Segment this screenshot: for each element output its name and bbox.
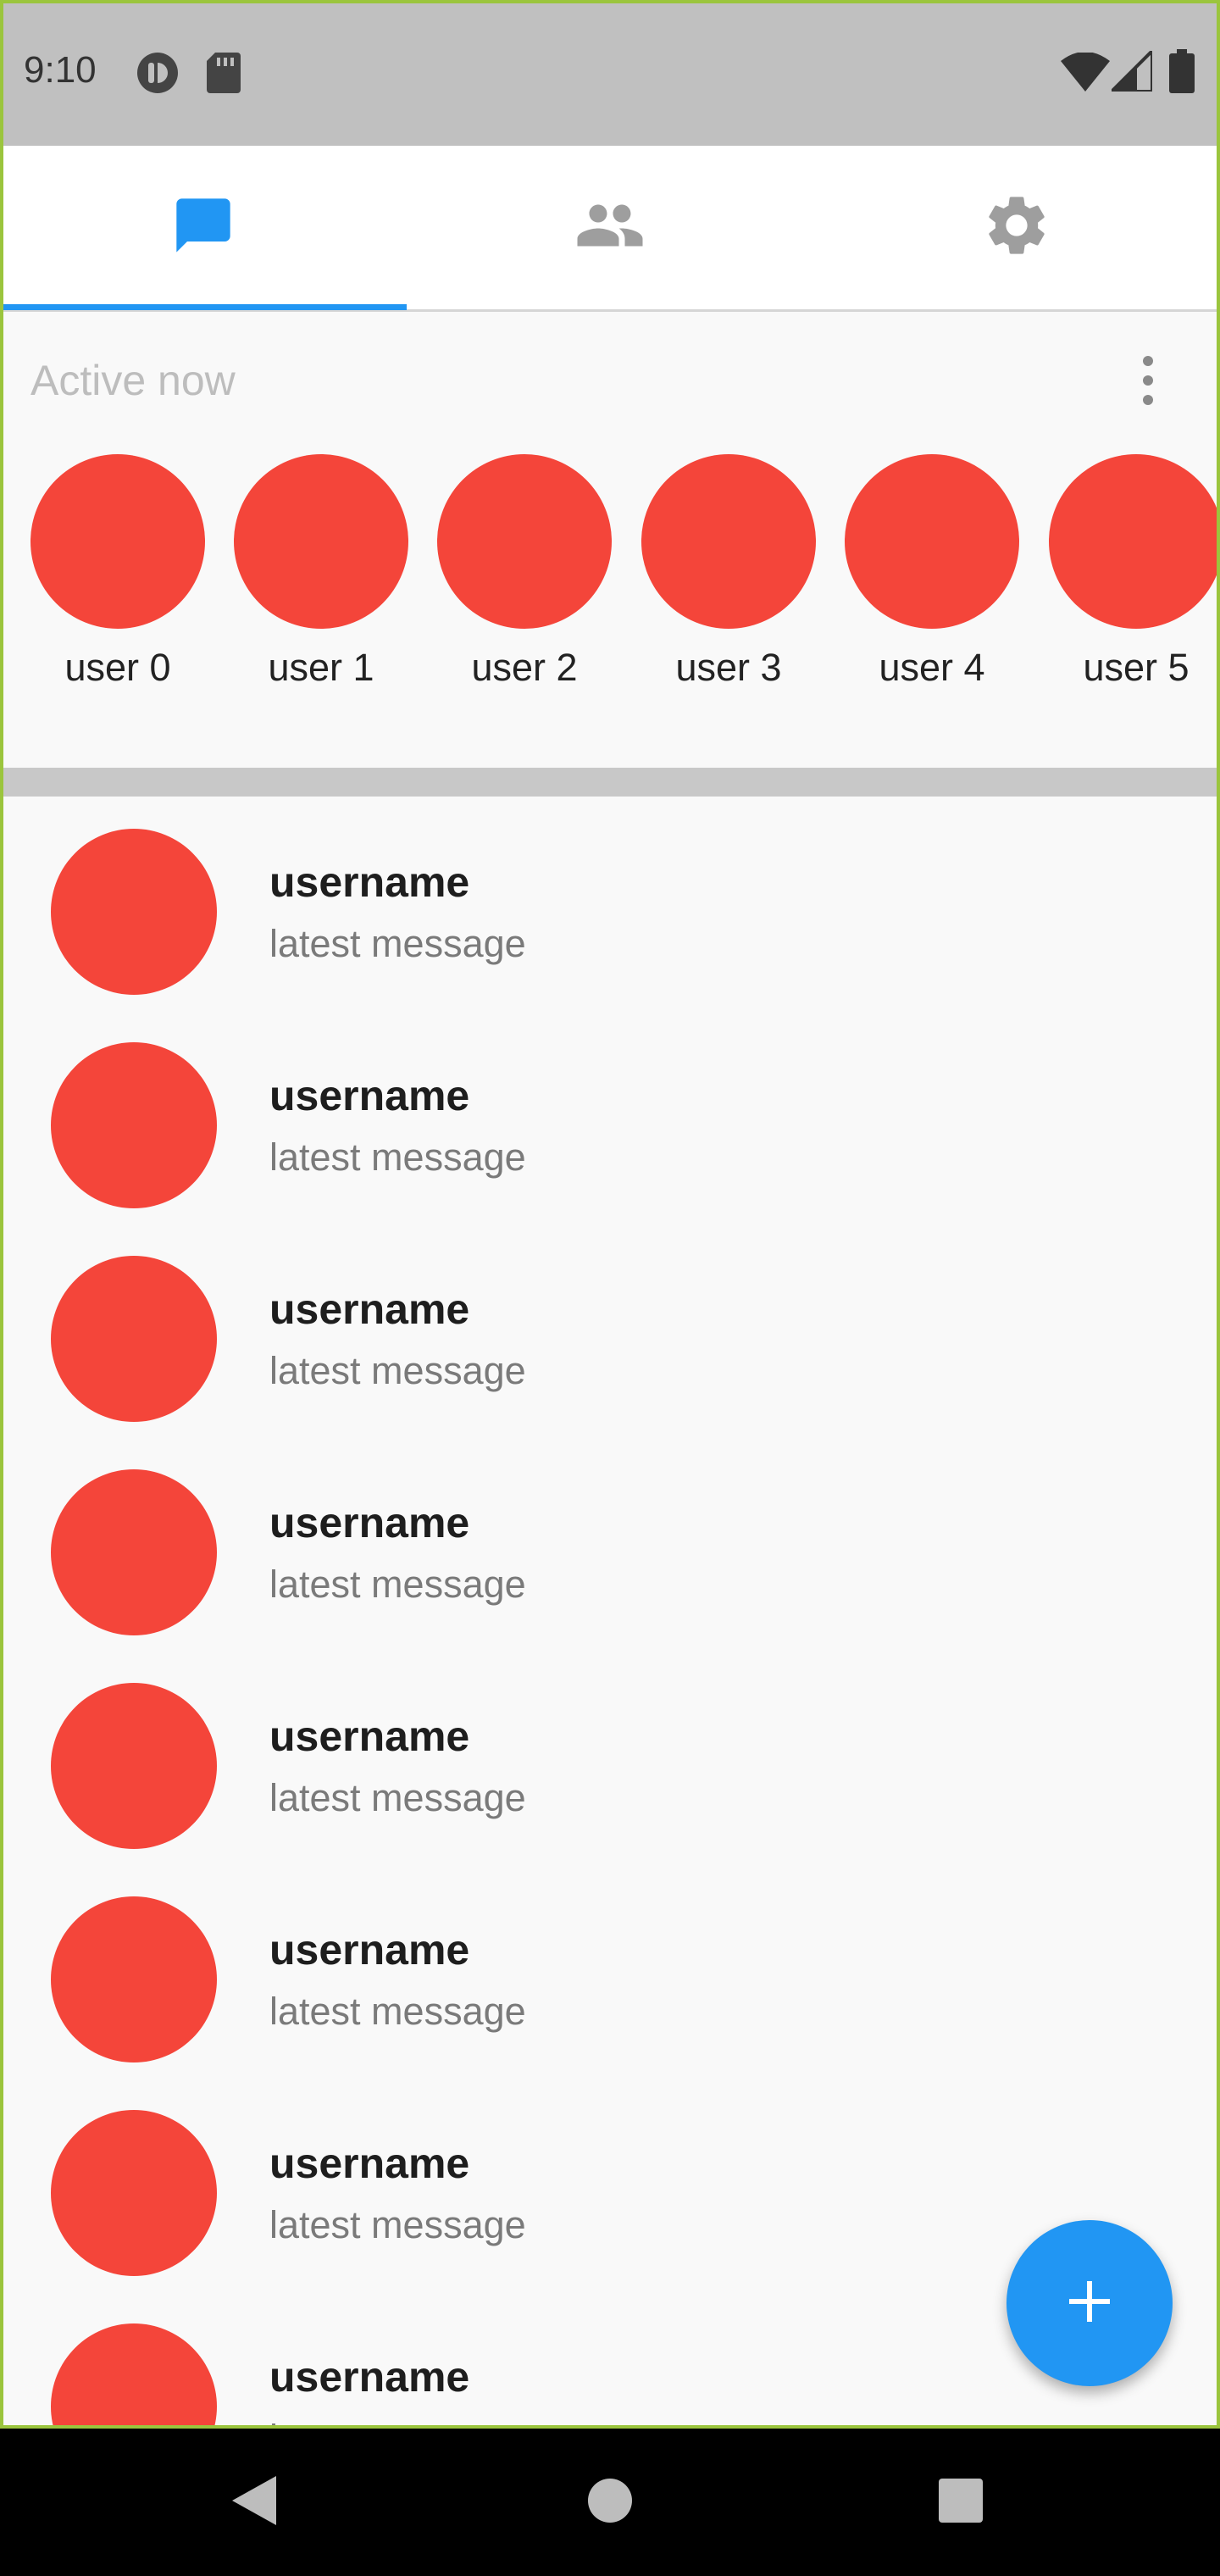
conversation-latest-message: latest message — [269, 1990, 526, 2033]
active-user-name: user 4 — [879, 646, 985, 689]
active-user[interactable]: user 3 — [641, 454, 816, 690]
people-icon — [574, 190, 646, 265]
conversation-latest-message: latest message — [269, 1563, 526, 1606]
tab-settings[interactable] — [813, 146, 1220, 309]
more-options-button[interactable] — [1132, 351, 1164, 410]
conversation-item[interactable]: username latest message — [0, 797, 1220, 1010]
conversation-username: username — [269, 858, 470, 906]
avatar — [51, 1256, 217, 1422]
active-user-name: user 3 — [675, 646, 782, 689]
active-now-title: Active now — [30, 357, 236, 404]
conversation-username: username — [269, 1499, 470, 1546]
avatar — [51, 1896, 217, 2062]
conversation-item[interactable]: username latest message — [0, 1651, 1220, 1864]
conversation-list: username latest message username latest … — [0, 797, 1220, 2425]
new-conversation-fab[interactable] — [1006, 2220, 1173, 2386]
avatar — [51, 2110, 217, 2276]
active-user[interactable]: user 1 — [234, 454, 408, 690]
avatar — [437, 454, 612, 629]
wifi-icon — [1061, 52, 1110, 96]
avatar — [51, 1683, 217, 1849]
avatar — [1049, 454, 1220, 629]
notification-app-icon — [136, 51, 180, 99]
nav-back-button[interactable] — [169, 2429, 339, 2576]
chat-icon — [171, 193, 236, 262]
avatar — [234, 454, 408, 629]
sd-card-icon — [207, 53, 241, 97]
conversation-item[interactable]: username latest message — [0, 1437, 1220, 1651]
plus-icon — [1066, 2278, 1113, 2329]
conversation-latest-message: latest message — [269, 1135, 526, 1179]
avatar — [845, 454, 1019, 629]
conversation-latest-message: latest message — [269, 2203, 526, 2246]
nav-home-button[interactable] — [525, 2429, 695, 2576]
avatar — [51, 2323, 217, 2425]
active-user-name: user 1 — [268, 646, 374, 689]
active-user[interactable]: user 0 — [30, 454, 205, 690]
conversation-latest-message: latest message — [269, 1776, 526, 1819]
active-user-name: user 2 — [471, 646, 578, 689]
status-time: 9:10 — [24, 49, 97, 91]
active-user[interactable]: user 2 — [437, 454, 612, 690]
conversation-username: username — [269, 1713, 470, 1760]
more-vert-icon — [1132, 356, 1164, 414]
conversation-username: username — [269, 2353, 470, 2401]
cell-signal-icon — [1107, 47, 1154, 96]
battery-icon — [1169, 49, 1195, 97]
nav-recents-button[interactable] — [876, 2429, 1045, 2576]
tab-people[interactable] — [407, 146, 813, 309]
tab-bar — [0, 146, 1220, 312]
conversation-item[interactable]: username latest message — [0, 1864, 1220, 2078]
active-user-name: user 0 — [64, 646, 171, 689]
back-icon — [232, 2475, 276, 2529]
system-navigation-bar — [0, 2429, 1220, 2576]
avatar — [30, 454, 205, 629]
status-bar: 9:10 — [0, 0, 1220, 146]
gear-icon — [981, 190, 1052, 265]
conversation-username: username — [269, 1926, 470, 1974]
conversation-latest-message: latest message — [269, 922, 526, 965]
section-divider — [0, 768, 1220, 797]
avatar — [641, 454, 816, 629]
conversation-item[interactable]: username latest message — [0, 1010, 1220, 1224]
conversation-username: username — [269, 1072, 470, 1119]
active-user-name: user 5 — [1083, 646, 1190, 689]
conversation-item[interactable]: username latest message — [0, 1224, 1220, 1437]
conversation-username: username — [269, 2140, 470, 2187]
avatar — [51, 1469, 217, 1635]
conversation-latest-message: latest message — [269, 2417, 526, 2425]
recents-icon — [939, 2478, 983, 2527]
conversation-username: username — [269, 1285, 470, 1333]
tab-chats[interactable] — [0, 146, 407, 309]
conversation-latest-message: latest message — [269, 1349, 526, 1392]
avatar — [51, 1042, 217, 1208]
active-user[interactable]: user 5 — [1049, 454, 1220, 690]
avatar — [51, 829, 217, 995]
active-user[interactable]: user 4 — [845, 454, 1019, 690]
home-icon — [587, 2478, 633, 2528]
tab-indicator — [3, 304, 407, 310]
